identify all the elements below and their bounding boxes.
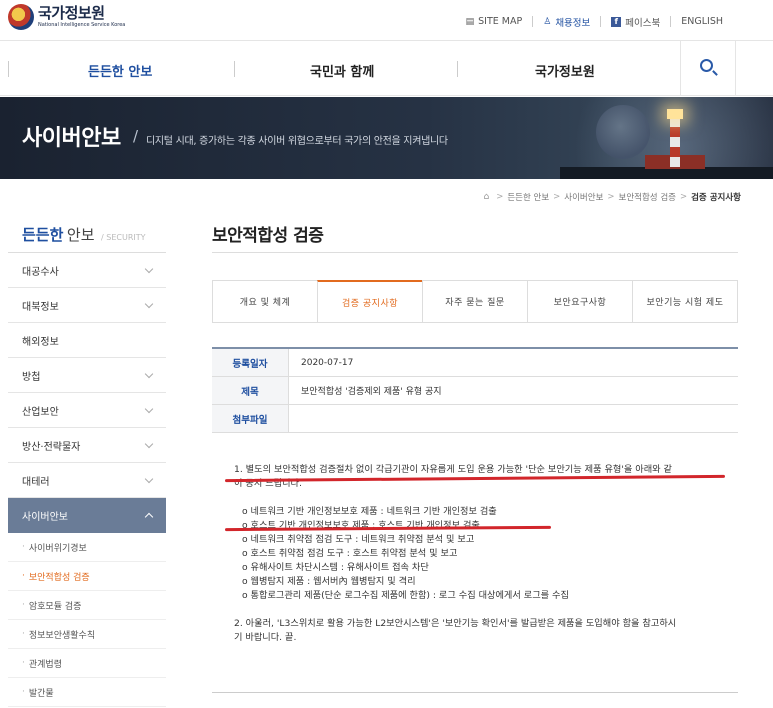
notice-info-table: 등록일자 2020-07-17 제목 보안적합성 '검증제외 제품' 유형 공지첨부파… <box>212 347 738 433</box>
tab[interactable]: 개요 및 체계 <box>213 281 317 322</box>
moon-image <box>596 105 650 159</box>
sidebar-subitem[interactable]: · 정보보안생활수칙 <box>8 620 166 649</box>
paragraph-2-line-1: 2. 아울러, 'L3스위치로 활용 가능한 L2보안시스템'은 '보안기능 확… <box>234 618 677 629</box>
top-bar: 국가정보원 National Intelligence Service Kore… <box>0 0 773 40</box>
nis-emblem-icon <box>8 4 34 30</box>
table-row: 첨부파일 <box>212 405 738 433</box>
logo-title: 국가정보원 <box>38 4 105 22</box>
breadcrumb-item[interactable]: 사이버안보 <box>564 191 603 203</box>
home-icon[interactable]: ⌂ <box>484 192 490 202</box>
lighthouse-image <box>670 117 680 167</box>
search-icon <box>700 59 713 72</box>
tab[interactable]: 검증 공지사항 <box>317 280 422 322</box>
hero-banner: 사이버안보 / 디지털 시대, 증가하는 각종 사이버 위협으로부터 국가의 안… <box>0 97 773 179</box>
chevron-up-icon <box>144 512 154 522</box>
sidebar-item[interactable]: 방첩 <box>8 358 166 393</box>
logo[interactable]: 국가정보원 National Intelligence Service Kore… <box>8 4 125 30</box>
sidebar-item[interactable]: 산업보안 <box>8 393 166 428</box>
gnb-with-people[interactable]: 국민과 함께 <box>310 61 374 80</box>
paragraph-2-line-2: 기 바랍니다. 끝. <box>234 632 297 643</box>
sidebar-subitem[interactable]: · 발간물 <box>8 678 166 707</box>
sitemap-link[interactable]: ▤ SITE MAP <box>456 16 533 27</box>
tab[interactable]: 보안기능 시험 제도 <box>632 281 737 322</box>
sidebar-subitem[interactable]: · 사이버위기경보 <box>8 533 166 562</box>
recruit-link[interactable]: ♙ 채용정보 <box>532 16 600 29</box>
breadcrumb-item[interactable]: 보안적합성 검증 <box>619 191 676 203</box>
english-link[interactable]: ENGLISH <box>670 16 733 27</box>
gnb-nis[interactable]: 국가정보원 <box>535 61 595 80</box>
sidebar-subitem[interactable]: · 보안적합성 검증 <box>8 562 166 591</box>
tab[interactable]: 보안요구사항 <box>527 281 632 322</box>
sidebar-subitem[interactable]: · 암호모듈 검증 <box>8 591 166 620</box>
info-label: 제목 <box>212 377 289 404</box>
list-item: o 네트워크 취약점 점검 도구 : 네트워크 취약점 분석 및 보고 <box>242 534 475 545</box>
gnb-security[interactable]: 든든한 안보 <box>88 61 152 80</box>
sidebar-item-cyber-security[interactable]: 사이버안보 <box>8 498 166 533</box>
sidebar-item[interactable]: 방산·전략물자 <box>8 428 166 463</box>
sidebar-item[interactable]: 대북정보 <box>8 288 166 323</box>
page-title: 보안적합성 검증 <box>212 215 738 253</box>
list-item: o 호스트 취약점 점검 도구 : 호스트 취약점 분석 및 보고 <box>242 548 458 559</box>
chevron-down-icon <box>144 264 154 273</box>
sidebar-item[interactable]: 해외정보 <box>8 323 166 358</box>
list-item: o 웹병탐지 제품 : 웹서버內 웹병탐지 및 격리 <box>242 576 416 587</box>
tab[interactable]: 자주 묻는 질문 <box>422 281 527 322</box>
breadcrumb-current: 검증 공지사항 <box>691 193 741 203</box>
sidebar: 든든한 안보 / SECURITY 대공수사 대북정보 해외정보 방첩 산업보안 방산·전… <box>8 215 166 707</box>
sidebar-subitem[interactable]: · 관계법령 <box>8 649 166 678</box>
utility-links: ▤ SITE MAP ♙ 채용정보 f 페이스북 ENGLISH <box>456 16 733 29</box>
chevron-down-icon <box>144 369 154 378</box>
hero-title: 사이버안보 <box>22 126 121 151</box>
chevron-down-icon <box>144 404 154 413</box>
facebook-icon: f <box>611 16 622 27</box>
table-row: 등록일자 2020-07-17 <box>212 349 738 377</box>
list-item: o 통합로그관리 제품(단순 로그수집 제품에 한함) : 로그 수집 대상에게… <box>242 590 569 601</box>
breadcrumb: ⌂ > 든든한 안보 > 사이버안보 > 보안적합성 검증 > 검증 공지사항 <box>483 191 741 203</box>
info-value: 보안적합성 '검증제외 제품' 유형 공지 <box>301 387 442 397</box>
chevron-down-icon <box>144 299 154 308</box>
breadcrumb-item[interactable]: 든든한 안보 <box>507 191 549 203</box>
hero-description: 디지털 시대, 증가하는 각종 사이버 위협으로부터 국가의 안전을 지켜냅니다 <box>146 136 448 147</box>
notice-body: 1. 별도의 보안적합성 검증절차 없이 각급기관이 자유롭게 도입 운용 가능… <box>234 463 734 645</box>
person-icon: ♙ <box>543 16 552 27</box>
info-value: 2020-07-17 <box>301 357 354 368</box>
info-value <box>289 405 738 432</box>
sitemap-icon: ▤ <box>465 16 475 27</box>
list-item: o 네트워크 기반 개인정보보호 제품 : 네트워크 기반 개인정보 검출 <box>242 506 497 517</box>
sidebar-title: 든든한 안보 / SECURITY <box>8 215 166 253</box>
list-item: o 유해사이트 차단시스템 : 유해사이트 접속 차단 <box>242 562 429 573</box>
chevron-down-icon <box>144 439 154 448</box>
search-button[interactable] <box>680 41 736 95</box>
logo-subtitle: National Intelligence Service Korea <box>38 22 126 28</box>
info-label: 첨부파일 <box>212 405 289 432</box>
sidebar-item[interactable]: 대공수사 <box>8 253 166 288</box>
chevron-down-icon <box>144 474 154 483</box>
main-content: 보안적합성 검증 개요 및 체계 검증 공지사항 자주 묻는 질문 보안요구사항 보안기… <box>212 215 738 643</box>
sidebar-item[interactable]: 대테러 <box>8 463 166 498</box>
facebook-link[interactable]: f 페이스북 <box>600 16 670 29</box>
main-navigation: 든든한 안보 국민과 함께 국가정보원 <box>0 40 773 96</box>
content-tabs: 개요 및 체계 검증 공지사항 자주 묻는 질문 보안요구사항 보안기능 시험 제도 <box>212 280 738 323</box>
info-label: 등록일자 <box>212 349 289 376</box>
table-row: 제목 보안적합성 '검증제외 제품' 유형 공지 <box>212 377 738 405</box>
